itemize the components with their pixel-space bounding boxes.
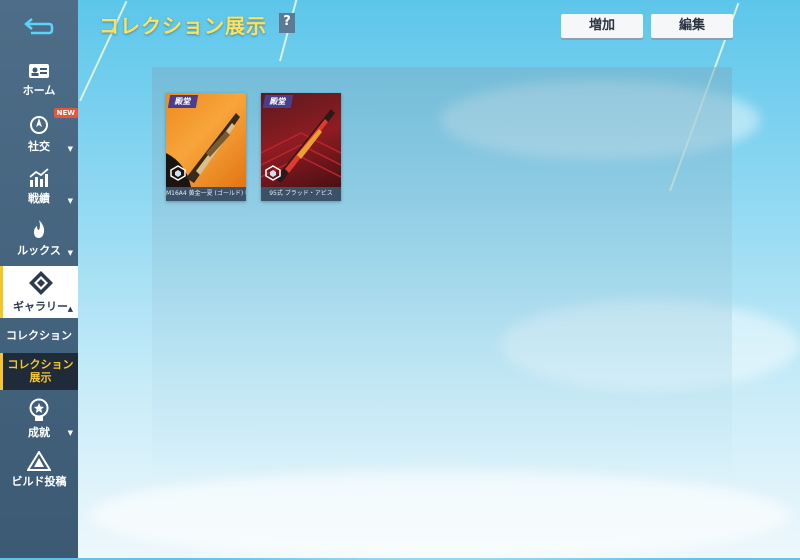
sidebar-item-home[interactable]: ホーム — [0, 62, 78, 104]
edit-button[interactable]: 編集 — [651, 14, 733, 38]
sidebar-item-label: ホーム — [22, 84, 56, 97]
card-artwork: 殿堂 — [166, 93, 246, 187]
help-button[interactable]: ? — [279, 13, 295, 33]
page-title: コレクション展示 — [99, 14, 267, 38]
sidebar-item-achievements[interactable]: 成就 ▼ — [0, 398, 78, 442]
sidebar-item-social[interactable]: NEW 社交 ▼ — [0, 108, 78, 158]
chevron-down-icon: ▼ — [67, 429, 73, 437]
sub-item-collection-display[interactable]: コレクション展示 — [0, 353, 78, 390]
collection-card[interactable]: 殿堂 M16A4 黄金一夏 (ゴールド) 収録 — [166, 93, 246, 201]
chevron-down-icon: ▼ — [67, 197, 73, 205]
rank-badge-icon — [170, 165, 186, 181]
triangle-icon — [27, 451, 51, 471]
sidebar-item-label: 戦績 — [28, 192, 50, 205]
card-tag: 殿堂 — [167, 95, 199, 108]
new-badge: NEW — [53, 108, 78, 118]
chevron-up-icon: ▲ — [67, 305, 73, 313]
sub-item-label: コレクション — [6, 329, 72, 342]
sidebar-item-label: 成就 — [28, 426, 50, 439]
card-artwork: 殿堂 — [261, 93, 341, 187]
compass-icon — [30, 116, 48, 134]
medal-icon — [29, 398, 49, 421]
sidebar-item-label: ギャラリー — [13, 300, 68, 313]
card-name: M16A4 黄金一夏 (ゴールド) 収録 — [166, 187, 246, 201]
chevron-down-icon: ▼ — [67, 145, 73, 153]
sidebar: ホーム NEW 社交 ▼ 戦績 ▼ ルックス ▼ ギャラリー ▲ コレクション … — [0, 0, 78, 558]
back-arrow-icon — [24, 18, 54, 35]
back-button[interactable] — [0, 0, 78, 52]
flame-icon — [34, 220, 45, 238]
chart-icon — [29, 168, 49, 187]
sidebar-item-gallery[interactable]: ギャラリー ▲ — [0, 266, 78, 318]
card-name: 95式 ブラッド・アビス — [261, 187, 341, 201]
sidebar-item-label: 社交 — [28, 140, 50, 153]
gallery-icon — [28, 271, 53, 295]
sub-item-collection[interactable]: コレクション — [0, 322, 78, 350]
card-tag: 殿堂 — [262, 95, 294, 108]
sidebar-item-build-post[interactable]: ビルド投稿 — [0, 451, 78, 493]
chevron-down-icon: ▼ — [67, 249, 73, 257]
sub-item-label: コレクション展示 — [7, 358, 74, 384]
rank-badge-icon — [265, 165, 281, 181]
collection-card[interactable]: 殿堂 95式 ブラッド・アビス — [261, 93, 341, 201]
sidebar-item-label: ルックス — [17, 244, 61, 257]
add-button[interactable]: 増加 — [561, 14, 643, 38]
sidebar-item-looks[interactable]: ルックス ▼ — [0, 218, 78, 262]
sidebar-item-stats[interactable]: 戦績 ▼ — [0, 168, 78, 210]
id-card-icon — [29, 64, 49, 78]
sidebar-item-label: ビルド投稿 — [11, 475, 67, 488]
